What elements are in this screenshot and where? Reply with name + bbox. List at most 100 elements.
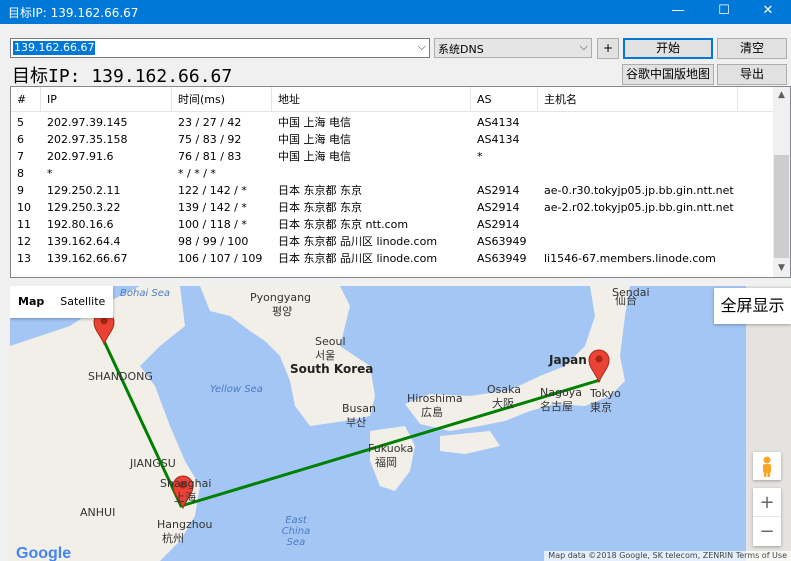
col-hostname[interactable]: 主机名 xyxy=(538,87,738,112)
table-row[interactable]: 6 202.97.35.158 75 / 83 / 92 中国 上海 电信 AS4134 xyxy=(11,131,776,148)
cell-address: 中国 上海 电信 xyxy=(278,133,351,146)
cell-address: 日本 东京都 东京 xyxy=(278,201,362,214)
cell-as: AS63949 xyxy=(477,235,527,248)
label-pyongyang-kr: 평양 xyxy=(272,305,293,318)
table-row[interactable]: 10 129.250.3.22 139 / 142 / * 日本 东京都 东京 AS29… xyxy=(11,199,776,216)
label-japan: Japan xyxy=(549,353,587,367)
fullscreen-button[interactable]: 全屏显示 xyxy=(714,288,791,324)
map-type-map-button[interactable]: Map xyxy=(10,286,52,318)
ip-input-value: 139.162.66.67 xyxy=(13,41,96,55)
label-osaka-jp: 大阪 xyxy=(492,397,514,410)
map-canvas xyxy=(10,286,791,561)
cell-hostname xyxy=(538,216,776,233)
label-anhui: ANHUI xyxy=(80,506,116,519)
cell-hostname: li1546-67.members.linode.com xyxy=(544,252,716,265)
scroll-down-icon[interactable]: ▼ xyxy=(773,260,790,277)
cell-as: AS2914 xyxy=(477,218,520,231)
chevron-down-icon[interactable]: ⌵ xyxy=(580,40,588,54)
label-seoul-kr: 서울 xyxy=(315,349,336,362)
cell-ip: * xyxy=(47,167,53,180)
label-tokyo-jp: 東京 xyxy=(590,401,612,414)
col-hop[interactable]: # xyxy=(11,87,41,112)
route-map[interactable]: Bohai Sea Pyongyang 평양 Seoul 서울 South Ko… xyxy=(10,286,791,561)
label-jiangsu: JIANGSU xyxy=(130,457,176,470)
close-button[interactable]: ✕ xyxy=(745,0,791,24)
scroll-thumb[interactable] xyxy=(774,155,789,258)
col-address[interactable]: 地址 xyxy=(272,87,471,112)
table-row[interactable]: 11 192.80.16.6 100 / 118 / * 日本 东京都 东京 ntt.… xyxy=(11,216,776,233)
label-busan-kr: 부산 xyxy=(346,416,367,429)
cell-address: 日本 东京都 东京 ntt.com xyxy=(278,218,409,231)
export-button[interactable]: 导出 xyxy=(717,64,787,85)
cell-as: AS2914 xyxy=(477,201,520,214)
cell-hostname: ae-2.r02.tokyjp05.jp.bb.gin.ntt.net xyxy=(544,201,734,214)
start-button[interactable]: 开始 xyxy=(623,38,713,59)
cell-hostname: ae-0.r30.tokyjp05.jp.bb.gin.ntt.net xyxy=(544,184,734,197)
maximize-button[interactable]: ☐ xyxy=(701,0,747,24)
pegman-button[interactable] xyxy=(753,452,781,480)
cell-hop: 5 xyxy=(17,116,24,129)
map-attribution[interactable]: Map data ©2018 Google, SK telecom, ZENRI… xyxy=(544,551,791,561)
cell-as: AS63949 xyxy=(477,252,527,265)
label-shanghai-cn: 上海 xyxy=(174,491,196,504)
add-dns-button[interactable]: + xyxy=(597,38,619,59)
cell-time: 100 / 118 / * xyxy=(178,218,247,231)
label-fukuoka-jp: 福岡 xyxy=(375,456,397,469)
table-row[interactable]: 9 129.250.2.11 122 / 142 / * 日本 东京都 东京 AS291… xyxy=(11,182,776,199)
pegman-icon xyxy=(763,456,771,477)
chevron-down-icon[interactable]: ⌵ xyxy=(418,40,426,54)
cell-ip: 129.250.3.22 xyxy=(47,201,121,214)
cell-hop: 10 xyxy=(17,201,31,214)
zoom-control: + − xyxy=(753,488,781,546)
cell-address: 日本 东京都 品川区 linode.com xyxy=(278,235,438,248)
col-ip[interactable]: IP xyxy=(41,87,172,112)
cell-address xyxy=(272,165,471,182)
cell-time: 106 / 107 / 109 xyxy=(178,252,263,265)
cell-ip: 139.162.64.4 xyxy=(47,235,121,248)
scroll-up-icon[interactable]: ▲ xyxy=(773,87,790,104)
cell-time: 75 / 83 / 92 xyxy=(178,133,242,146)
cell-ip: 139.162.66.67 xyxy=(47,252,128,265)
cell-time: 98 / 99 / 100 xyxy=(178,235,249,248)
label-east-china-sea: East China Sea xyxy=(281,515,311,548)
table-row[interactable]: 12 139.162.64.4 98 / 99 / 100 日本 东京都 品川区 li… xyxy=(11,233,776,250)
cell-hop: 12 xyxy=(17,235,31,248)
cell-ip: 202.97.39.145 xyxy=(47,116,128,129)
label-south-korea: South Korea xyxy=(290,362,374,376)
china-map-button[interactable]: 谷歌中国版地图 xyxy=(622,64,714,85)
col-time[interactable]: 时间(ms) xyxy=(172,87,272,112)
label-nagoya-jp: 名古屋 xyxy=(540,400,573,413)
cell-hop: 13 xyxy=(17,252,31,265)
trace-table: # IP 时间(ms) 地址 AS 主机名 5 202.97.39.145 23 /… xyxy=(10,86,791,278)
label-hiroshima-jp: 広島 xyxy=(421,406,443,419)
ip-input[interactable]: 139.162.66.67 ⌵ xyxy=(10,38,430,58)
cell-hop: 6 xyxy=(17,133,24,146)
cell-ip: 202.97.35.158 xyxy=(47,133,128,146)
label-sendai-jp: 仙台 xyxy=(615,294,637,307)
cell-as: AS4134 xyxy=(477,116,520,129)
col-as[interactable]: AS xyxy=(471,87,538,112)
vertical-scrollbar[interactable]: ▲ ▼ xyxy=(773,87,790,277)
cell-address: 日本 东京都 东京 xyxy=(278,184,362,197)
map-type-satellite-button[interactable]: Satellite xyxy=(52,286,113,318)
zoom-out-button[interactable]: − xyxy=(753,517,781,546)
label-hangzhou-cn: 杭州 xyxy=(162,532,184,545)
cell-hostname xyxy=(538,165,776,182)
zoom-in-button[interactable]: + xyxy=(753,488,781,517)
cell-address: 中国 上海 电信 xyxy=(278,150,351,163)
table-row[interactable]: 5 202.97.39.145 23 / 27 / 42 中国 上海 电信 AS4134 xyxy=(11,114,776,131)
label-shandong: SHANDONG xyxy=(88,370,153,383)
table-row[interactable]: 8 * * / * / * xyxy=(11,165,776,182)
minimize-button[interactable]: — xyxy=(655,0,701,24)
cell-time: 122 / 142 / * xyxy=(178,184,247,197)
cell-hop: 11 xyxy=(17,218,31,231)
table-row[interactable]: 7 202.97.91.6 76 / 81 / 83 中国 上海 电信 * xyxy=(11,148,776,165)
cell-hostname xyxy=(538,114,776,131)
clear-button[interactable]: 清空 xyxy=(717,38,787,59)
cell-hostname xyxy=(538,131,776,148)
dns-select[interactable]: 系统DNS ⌵ xyxy=(434,38,592,58)
cell-hop: 8 xyxy=(17,167,24,180)
title-bar: 目标IP: 139.162.66.67 — ☐ ✕ xyxy=(0,0,791,24)
table-row[interactable]: 13 139.162.66.67 106 / 107 / 109 日本 东京都 品川区… xyxy=(11,250,776,267)
cell-time: 139 / 142 / * xyxy=(178,201,247,214)
